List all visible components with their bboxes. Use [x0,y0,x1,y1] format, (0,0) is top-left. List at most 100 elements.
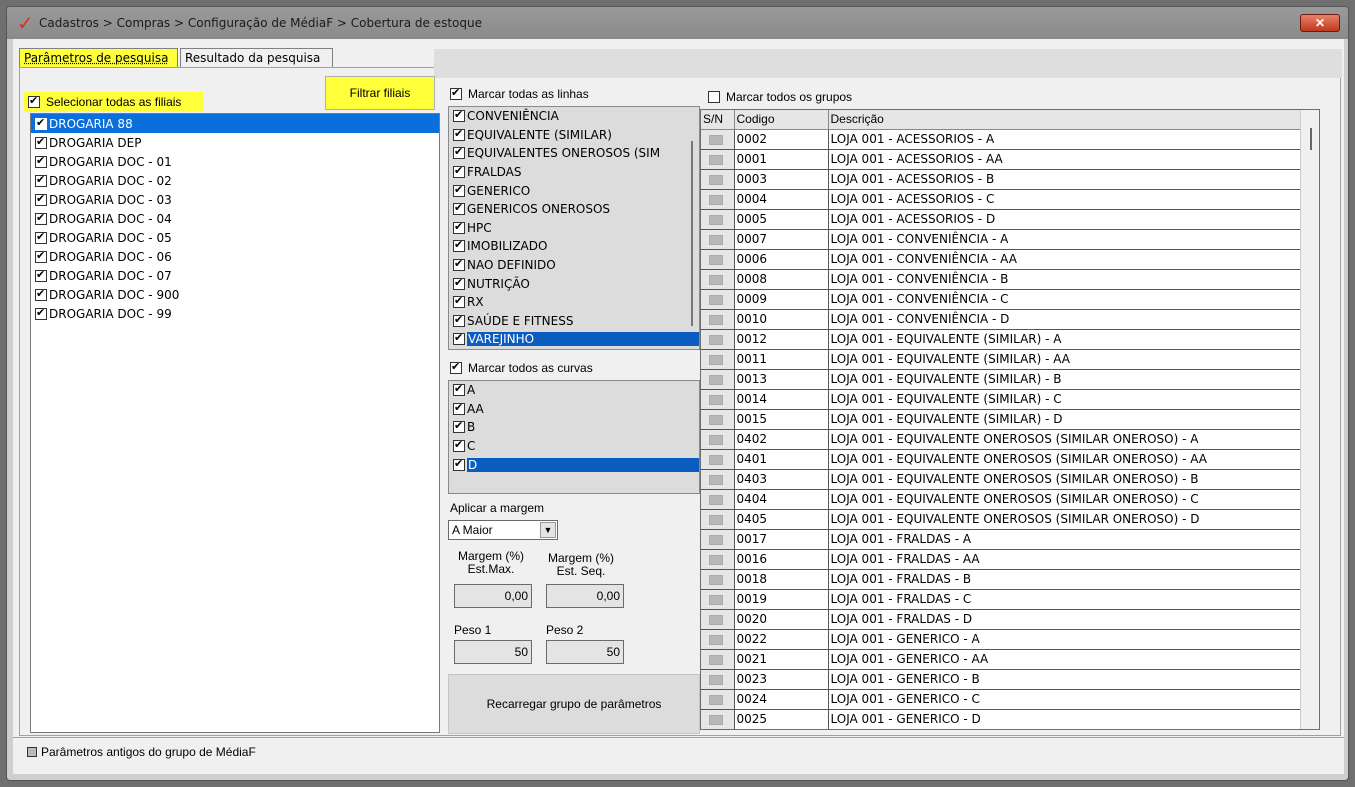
tab-parametros-pesquisa[interactable]: Parâmetros de pesquisa [19,48,178,67]
checkbox[interactable] [35,287,47,301]
sn-cell[interactable] [701,669,735,690]
checkbox[interactable] [35,249,47,263]
sn-cell[interactable] [701,349,735,370]
close-button[interactable]: ✕ [1300,14,1340,32]
table-row[interactable]: 0023 LOJA 001 - GENERICO - B [701,669,1319,690]
linha-item[interactable]: VAREJINHO [449,330,699,349]
sn-toggle[interactable] [709,514,723,525]
table-row[interactable]: 0018 LOJA 001 - FRALDAS - B [701,569,1319,590]
tab-resultado-pesquisa[interactable]: Resultado da pesquisa [180,48,333,67]
checkbox[interactable] [453,401,465,415]
table-row[interactable]: 0011 LOJA 001 - EQUIVALENTE (SIMILAR) - A… [701,349,1319,370]
checkbox[interactable] [450,360,462,374]
checkbox[interactable] [35,116,47,130]
sn-cell[interactable] [701,229,735,250]
sn-toggle[interactable] [709,614,723,625]
filial-item[interactable]: DROGARIA 88 [31,114,439,133]
col-header-sn[interactable]: S/N [701,110,735,130]
filial-item[interactable]: DROGARIA DOC - 05 [31,228,439,247]
sn-cell[interactable] [701,169,735,190]
table-row[interactable]: 0017 LOJA 001 - FRALDAS - A [701,529,1319,550]
margem-est-seq-input[interactable]: 0,00 [546,584,624,608]
sn-toggle[interactable] [709,334,723,345]
checkbox[interactable] [28,94,40,108]
sn-cell[interactable] [701,269,735,290]
checkbox[interactable] [453,201,465,216]
checkbox[interactable] [453,183,465,197]
sn-cell[interactable] [701,149,735,170]
checkbox[interactable] [35,154,47,168]
sn-toggle[interactable] [709,654,723,665]
sn-cell[interactable] [701,689,735,710]
sn-toggle[interactable] [709,394,723,405]
table-row[interactable]: 0014 LOJA 001 - EQUIVALENTE (SIMILAR) - C [701,389,1319,410]
sn-toggle[interactable] [709,234,723,245]
filial-item[interactable]: DROGARIA DOC - 900 [31,285,439,304]
sn-cell[interactable] [701,389,735,410]
sn-cell[interactable] [701,289,735,310]
checkbox[interactable] [453,457,465,471]
sn-toggle[interactable] [709,474,723,485]
linha-item[interactable]: FRALDAS [449,163,699,182]
table-row[interactable]: 0019 LOJA 001 - FRALDAS - C [701,589,1319,610]
select-all-linhas[interactable]: Marcar todas as linhas [450,86,589,101]
sn-toggle[interactable] [709,274,723,285]
linha-item[interactable]: EQUIVALENTES ONEROSOS (SIM [449,144,699,163]
linha-item[interactable]: HPC [449,219,699,238]
sn-cell[interactable] [701,409,735,430]
checkbox[interactable] [453,220,465,234]
sn-cell[interactable] [701,569,735,590]
scroll-thumb[interactable] [691,141,693,326]
table-row[interactable]: 0007 LOJA 001 - CONVENIÊNCIA - A [701,229,1319,250]
checkbox[interactable] [453,382,465,397]
checkbox[interactable] [35,211,47,225]
table-row[interactable]: 0024 LOJA 001 - GENERICO - C [701,689,1319,710]
sn-cell[interactable] [701,249,735,270]
sn-toggle[interactable] [709,294,723,305]
sn-cell[interactable] [701,469,735,490]
checkbox[interactable] [27,747,37,757]
table-row[interactable]: 0021 LOJA 001 - GENERICO - AA [701,649,1319,670]
sn-cell[interactable] [701,629,735,650]
sn-cell[interactable] [701,369,735,390]
sn-toggle[interactable] [709,634,723,645]
checkbox[interactable] [453,108,465,123]
table-row[interactable]: 0401 LOJA 001 - EQUIVALENTE ONEROSOS (SIM… [701,449,1319,470]
sn-toggle[interactable] [709,534,723,545]
sn-cell[interactable] [701,449,735,470]
filtrar-filiais-button[interactable]: Filtrar filiais [325,76,435,110]
filial-item[interactable]: DROGARIA DOC - 03 [31,190,439,209]
sn-cell[interactable] [701,129,735,150]
select-all-filiais[interactable]: Selecionar todas as filiais [24,92,203,112]
checkbox[interactable] [35,173,47,187]
sn-cell[interactable] [701,709,735,729]
filial-item[interactable]: DROGARIA DOC - 02 [31,171,439,190]
linha-item[interactable]: IMOBILIZADO [449,237,699,256]
checkbox[interactable] [35,230,47,244]
sn-cell[interactable] [701,609,735,630]
sn-cell[interactable] [701,329,735,350]
grupos-grid[interactable]: S/N Codigo Descrição 0002 LOJA 001 - ACES… [700,109,1320,730]
checkbox[interactable] [35,268,47,282]
sn-cell[interactable] [701,509,735,530]
checkbox[interactable] [453,164,465,179]
parametros-antigos-checkbox[interactable]: Parâmetros antigos do grupo de MédiaF [27,745,256,759]
curva-item[interactable]: AA [449,400,699,419]
filial-item[interactable]: DROGARIA DOC - 04 [31,209,439,228]
checkbox[interactable] [453,438,465,453]
checkbox[interactable] [708,91,720,103]
checkbox[interactable] [35,306,47,320]
linhas-scrollbar[interactable] [687,107,697,349]
sn-toggle[interactable] [709,314,723,325]
table-row[interactable]: 0022 LOJA 001 - GENERICO - A [701,629,1319,650]
table-row[interactable]: 0003 LOJA 001 - ACESSORIOS - B [701,169,1319,190]
curva-item[interactable]: A [449,381,699,400]
margem-est-max-input[interactable]: 0,00 [454,584,532,608]
select-all-curvas[interactable]: Marcar todos as curvas [450,360,593,375]
linha-item[interactable]: NUTRIÇÃO [449,274,699,293]
filial-item[interactable]: DROGARIA DEP [31,133,439,152]
dropdown-arrow-icon[interactable]: ▼ [540,522,556,538]
linha-item[interactable]: EQUIVALENTE (SIMILAR) [449,126,699,145]
sn-cell[interactable] [701,209,735,230]
checkbox[interactable] [453,257,465,272]
